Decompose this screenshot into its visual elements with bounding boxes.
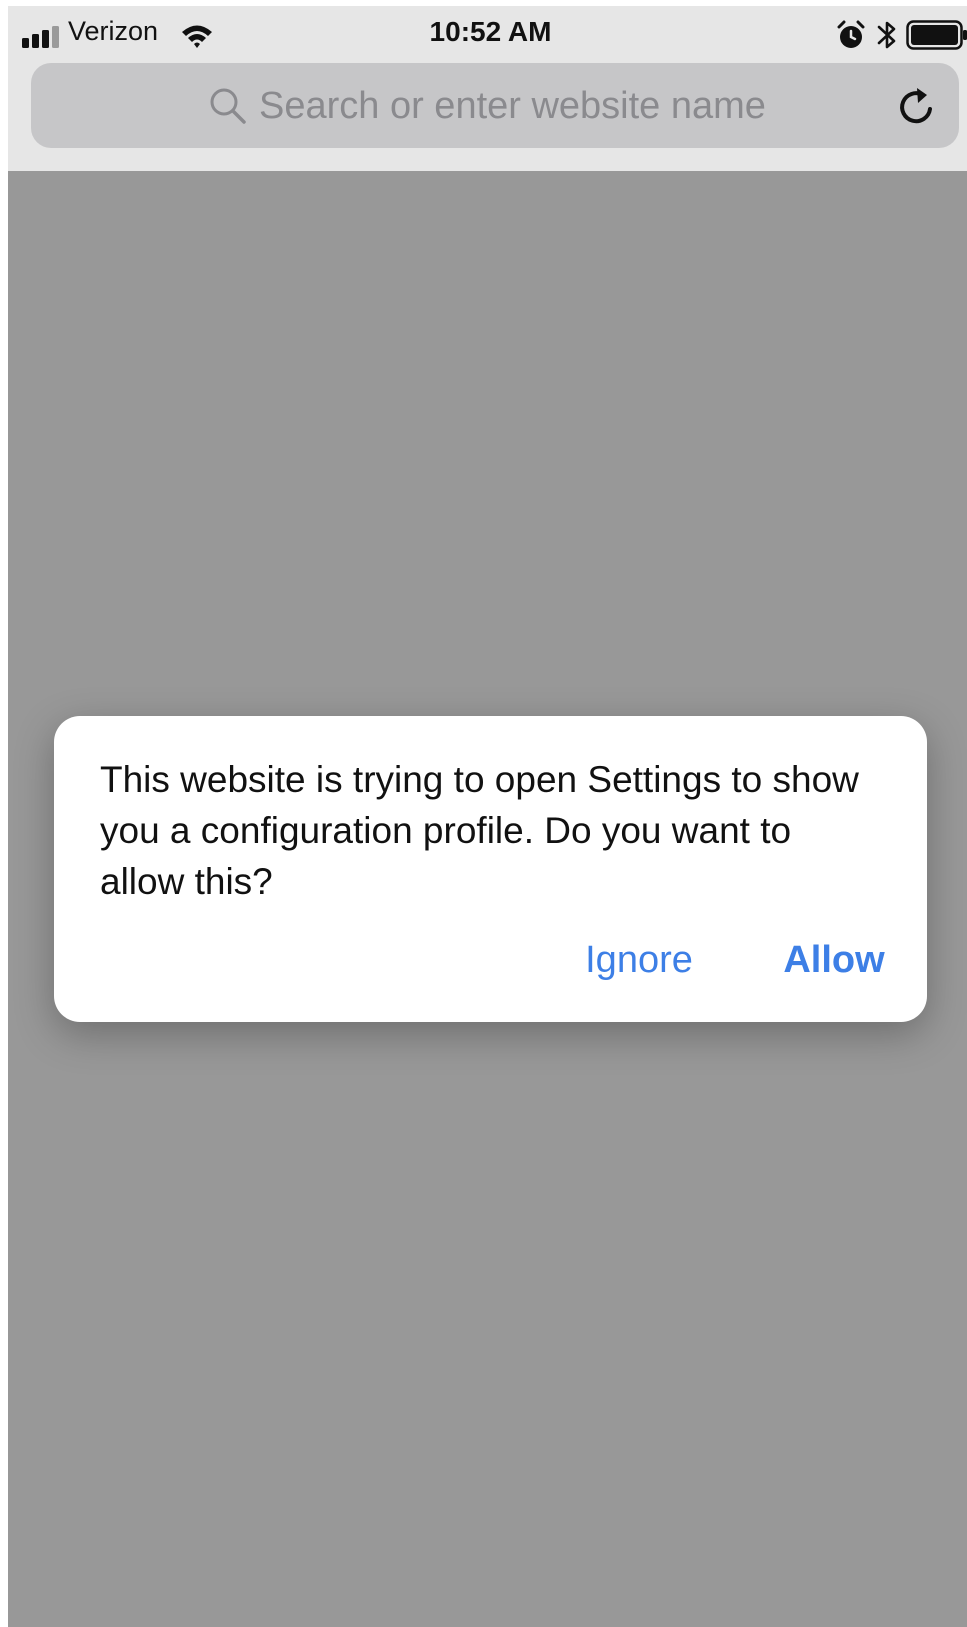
search-icon <box>210 88 246 124</box>
battery-icon <box>906 20 967 50</box>
browser-toolbar: Verizon 10:52 AM <box>8 6 967 171</box>
reload-icon[interactable] <box>893 83 941 131</box>
alarm-icon <box>837 20 865 48</box>
search-input[interactable] <box>259 77 859 135</box>
alert-message: This website is trying to open Settings … <box>100 759 859 902</box>
browser-screen: Verizon 10:52 AM Search or enter website… <box>8 6 967 1627</box>
configuration-profile-alert: This website is trying to open Settings … <box>54 716 927 1022</box>
bluetooth-icon <box>877 21 896 49</box>
allow-button[interactable]: Allow <box>764 932 904 988</box>
ignore-button[interactable]: Ignore <box>574 932 704 988</box>
status-bar: Verizon 10:52 AM <box>8 6 967 56</box>
address-bar[interactable] <box>31 63 959 148</box>
status-time: 10:52 AM <box>429 16 552 47</box>
